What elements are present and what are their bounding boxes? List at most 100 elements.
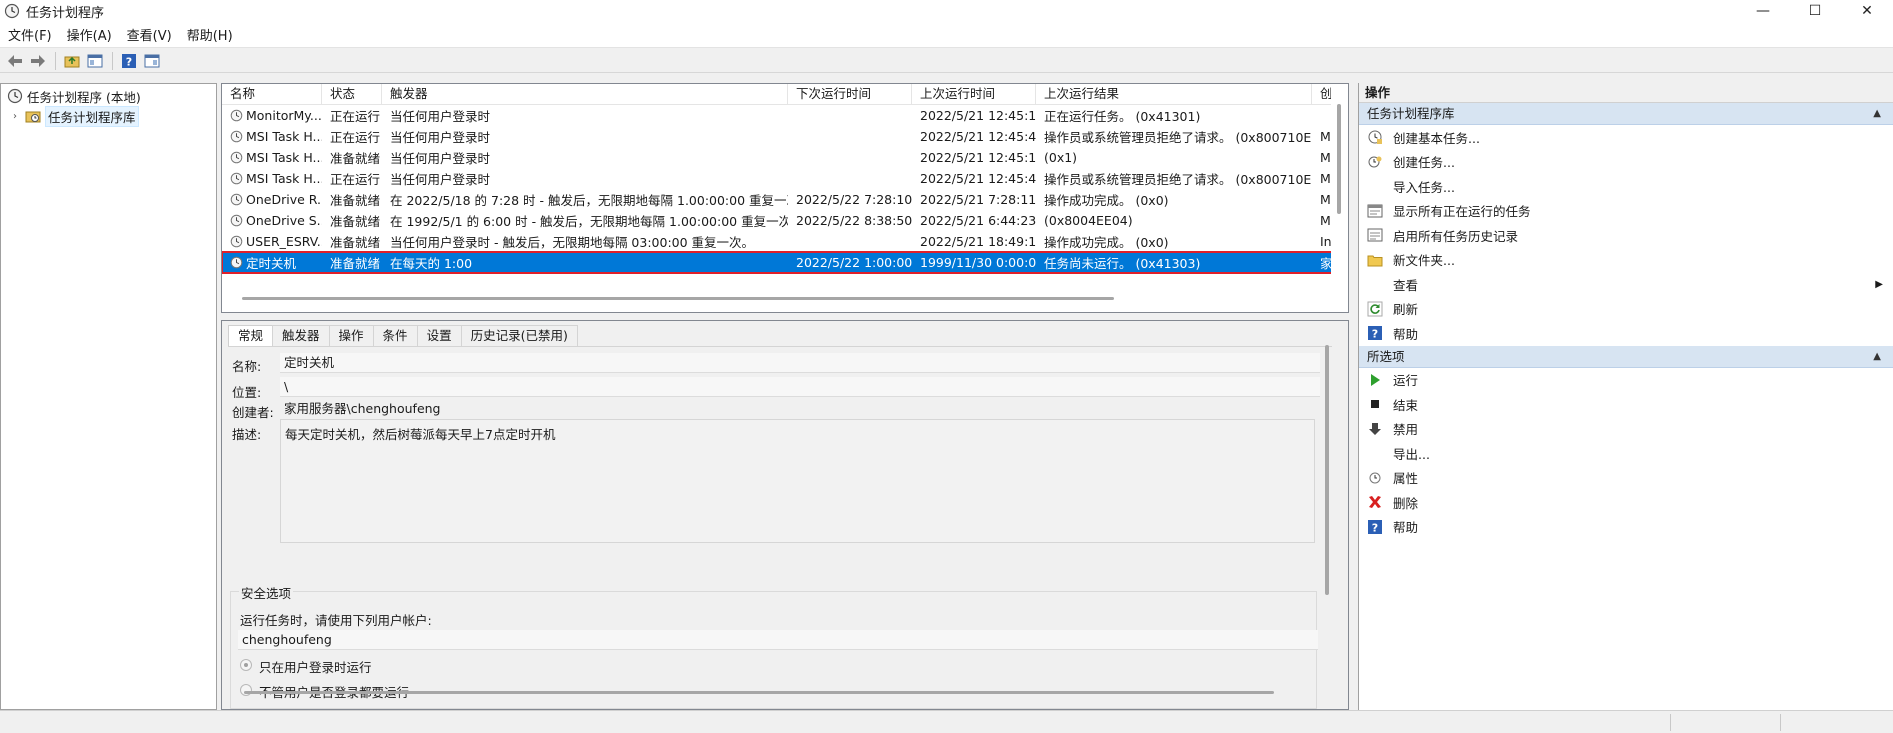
- action-item-label: 导入任务...: [1393, 179, 1455, 195]
- action-item[interactable]: 启用所有任务历史记录: [1359, 223, 1893, 248]
- author-field[interactable]: 家用服务器\chenghoufeng: [280, 399, 1320, 419]
- detail-vertical-scrollbar[interactable]: [1325, 345, 1329, 595]
- tab-conditions[interactable]: 条件: [372, 325, 418, 346]
- task-clock-icon: [230, 172, 243, 185]
- actions-section-library[interactable]: 任务计划程序库 ▲: [1359, 103, 1893, 125]
- collapse-icon[interactable]: ▲: [1873, 346, 1881, 368]
- toolbar-separator: [55, 51, 56, 70]
- table-row[interactable]: MSI Task H... 正在运行 当任何用户登录时 2022/5/21 12:45…: [222, 168, 1332, 189]
- tab-history[interactable]: 历史记录(已禁用): [460, 325, 578, 346]
- action-item[interactable]: 新文件夹...: [1359, 248, 1893, 273]
- column-header-status[interactable]: 状态: [322, 84, 382, 104]
- table-cell: 2022/5/21 12:45:19: [912, 150, 1036, 165]
- name-field[interactable]: 定时关机: [280, 353, 1320, 373]
- general-tab-body: 名称: 定时关机 位置: \ 创建者: 家用服务器\chenghoufeng 描…: [228, 346, 1332, 709]
- action-item[interactable]: 查看 ▶: [1359, 272, 1893, 297]
- folder-clock-icon: [25, 111, 41, 123]
- table-cell-text: 定时关机: [246, 256, 297, 271]
- blank-icon: [1359, 445, 1383, 461]
- horizontal-scrollbar[interactable]: [242, 297, 1114, 300]
- actions-section-selected[interactable]: 所选项 ▲: [1359, 345, 1893, 368]
- back-button[interactable]: [4, 51, 26, 71]
- action-item-label: 导出...: [1393, 446, 1430, 462]
- action-item[interactable]: ? 帮助: [1359, 321, 1893, 346]
- collapse-icon[interactable]: ▲: [1873, 103, 1881, 125]
- help-button[interactable]: ?: [118, 51, 140, 71]
- tree-item-task-library[interactable]: › 任务计划程序库: [1, 105, 216, 127]
- table-cell-text: 2022/5/21 12:45:19: [920, 108, 1036, 123]
- menu-help[interactable]: 帮助(H): [180, 25, 240, 44]
- chevron-right-icon[interactable]: ›: [13, 111, 25, 122]
- maximize-button[interactable]: ☐: [1789, 0, 1841, 22]
- action-item-label: 禁用: [1393, 422, 1419, 438]
- action-item[interactable]: 属性: [1359, 466, 1893, 491]
- task-clock-icon: [230, 214, 243, 227]
- show-hide-tree-button[interactable]: [84, 51, 106, 71]
- run-as-user-field[interactable]: chenghoufeng: [238, 630, 1318, 650]
- vertical-scrollbar[interactable]: [1331, 84, 1348, 312]
- table-row[interactable]: OneDrive S... 准备就绪在 1992/5/1 的 6:00 时 - 触…: [222, 210, 1332, 231]
- column-header-name[interactable]: 名称: [222, 84, 322, 104]
- action-item[interactable]: 导出...: [1359, 441, 1893, 466]
- table-cell: 在 1992/5/1 的 6:00 时 - 触发后，无限期地每隔 1.00:00…: [382, 211, 788, 230]
- action-item[interactable]: 运行: [1359, 368, 1893, 393]
- minimize-button[interactable]: —: [1737, 0, 1789, 22]
- show-action-pane-button[interactable]: [141, 51, 163, 71]
- menu-view[interactable]: 查看(V): [120, 25, 179, 44]
- action-item-label: 查看: [1393, 277, 1419, 293]
- task-clock-icon: [230, 193, 243, 206]
- table-cell: 在每天的 1:00: [382, 253, 788, 272]
- table-cell-text: 任务尚未运行。 (0x41303): [1044, 256, 1201, 271]
- tab-triggers[interactable]: 触发器: [272, 325, 330, 346]
- action-item[interactable]: 结束: [1359, 392, 1893, 417]
- column-header-author[interactable]: 创: [1312, 84, 1332, 104]
- table-cell-text: 2022/5/21 6:44:23: [920, 213, 1036, 228]
- action-item[interactable]: 禁用: [1359, 417, 1893, 442]
- column-header-last-run[interactable]: 上次运行时间: [912, 84, 1036, 104]
- action-item[interactable]: 显示所有正在运行的任务: [1359, 199, 1893, 224]
- run-only-logged-on-radio[interactable]: [240, 659, 252, 671]
- table-row[interactable]: 定时关机 准备就绪 在每天的 1:00 2022/5/22 1:00:00 1999/1…: [222, 251, 1333, 274]
- description-field[interactable]: 每天定时关机，然后树莓派每天早上7点定时开机: [280, 419, 1315, 543]
- location-field[interactable]: \: [280, 377, 1320, 397]
- action-item[interactable]: 创建任务...: [1359, 150, 1893, 175]
- table-row[interactable]: USER_ESRV... 准备就绪 当任何用户登录时 - 触发后，无限期地每隔 03…: [222, 231, 1332, 252]
- up-folder-button[interactable]: [61, 51, 83, 71]
- action-item[interactable]: ? 帮助: [1359, 515, 1893, 540]
- tab-general[interactable]: 常规: [228, 325, 274, 346]
- tree-root[interactable]: 任务计划程序 (本地): [1, 86, 216, 106]
- table-cell-text: MSI Task H...: [246, 150, 322, 165]
- action-item[interactable]: 删除: [1359, 490, 1893, 515]
- actions-pane: 操作 任务计划程序库 ▲ 创建基本任务... 创建任务... 导入任务... 显示所有…: [1358, 83, 1893, 710]
- table-row[interactable]: MSI Task H... 准备就绪 当任何用户登录时 2022/5/21 12:45…: [222, 147, 1332, 168]
- arrow-right-icon: [31, 54, 45, 67]
- window-title: 任务计划程序: [26, 5, 105, 21]
- table-row[interactable]: OneDrive R... 准备就绪在 2022/5/18 的 7:28 时 - …: [222, 189, 1332, 210]
- action-item[interactable]: 导入任务...: [1359, 174, 1893, 199]
- table-cell: 定时关机: [222, 253, 322, 272]
- table-cell: 正在运行任务。 (0x41301): [1036, 106, 1312, 125]
- action-item[interactable]: 创建基本任务...: [1359, 125, 1893, 150]
- table-row[interactable]: MSI Task H... 正在运行 当任何用户登录时 2022/5/21 12:45…: [222, 126, 1332, 147]
- run-whether-logged-on-radio[interactable]: [240, 684, 252, 696]
- action-item[interactable]: 刷新: [1359, 297, 1893, 322]
- table-row[interactable]: MonitorMy... 正在运行 当任何用户登录时 2022/5/21 12:45:…: [222, 105, 1332, 126]
- close-button[interactable]: ✕: [1841, 0, 1893, 22]
- column-header-last-result[interactable]: 上次运行结果: [1036, 84, 1312, 104]
- run-only-logged-on-label[interactable]: 只在用户登录时运行: [259, 657, 372, 676]
- history-icon: [1359, 227, 1383, 243]
- menu-file[interactable]: 文件(F): [1, 25, 59, 44]
- console-tree: 任务计划程序 (本地) › 任务计划程序库: [0, 83, 217, 710]
- scrollbar-thumb[interactable]: [1337, 104, 1341, 214]
- column-header-trigger[interactable]: 触发器: [382, 84, 788, 104]
- tab-actions[interactable]: 操作: [328, 325, 374, 346]
- tab-settings[interactable]: 设置: [416, 325, 462, 346]
- action-item-label: 创建基本任务...: [1393, 130, 1480, 146]
- clock-icon: [7, 88, 23, 104]
- column-header-next-run[interactable]: 下次运行时间: [788, 84, 912, 104]
- actions-header: 操作: [1359, 83, 1893, 103]
- forward-button[interactable]: [27, 51, 49, 71]
- detail-horizontal-scrollbar[interactable]: [244, 691, 1274, 694]
- table-cell-text: 准备就绪: [330, 193, 381, 208]
- menu-action[interactable]: 操作(A): [60, 25, 119, 44]
